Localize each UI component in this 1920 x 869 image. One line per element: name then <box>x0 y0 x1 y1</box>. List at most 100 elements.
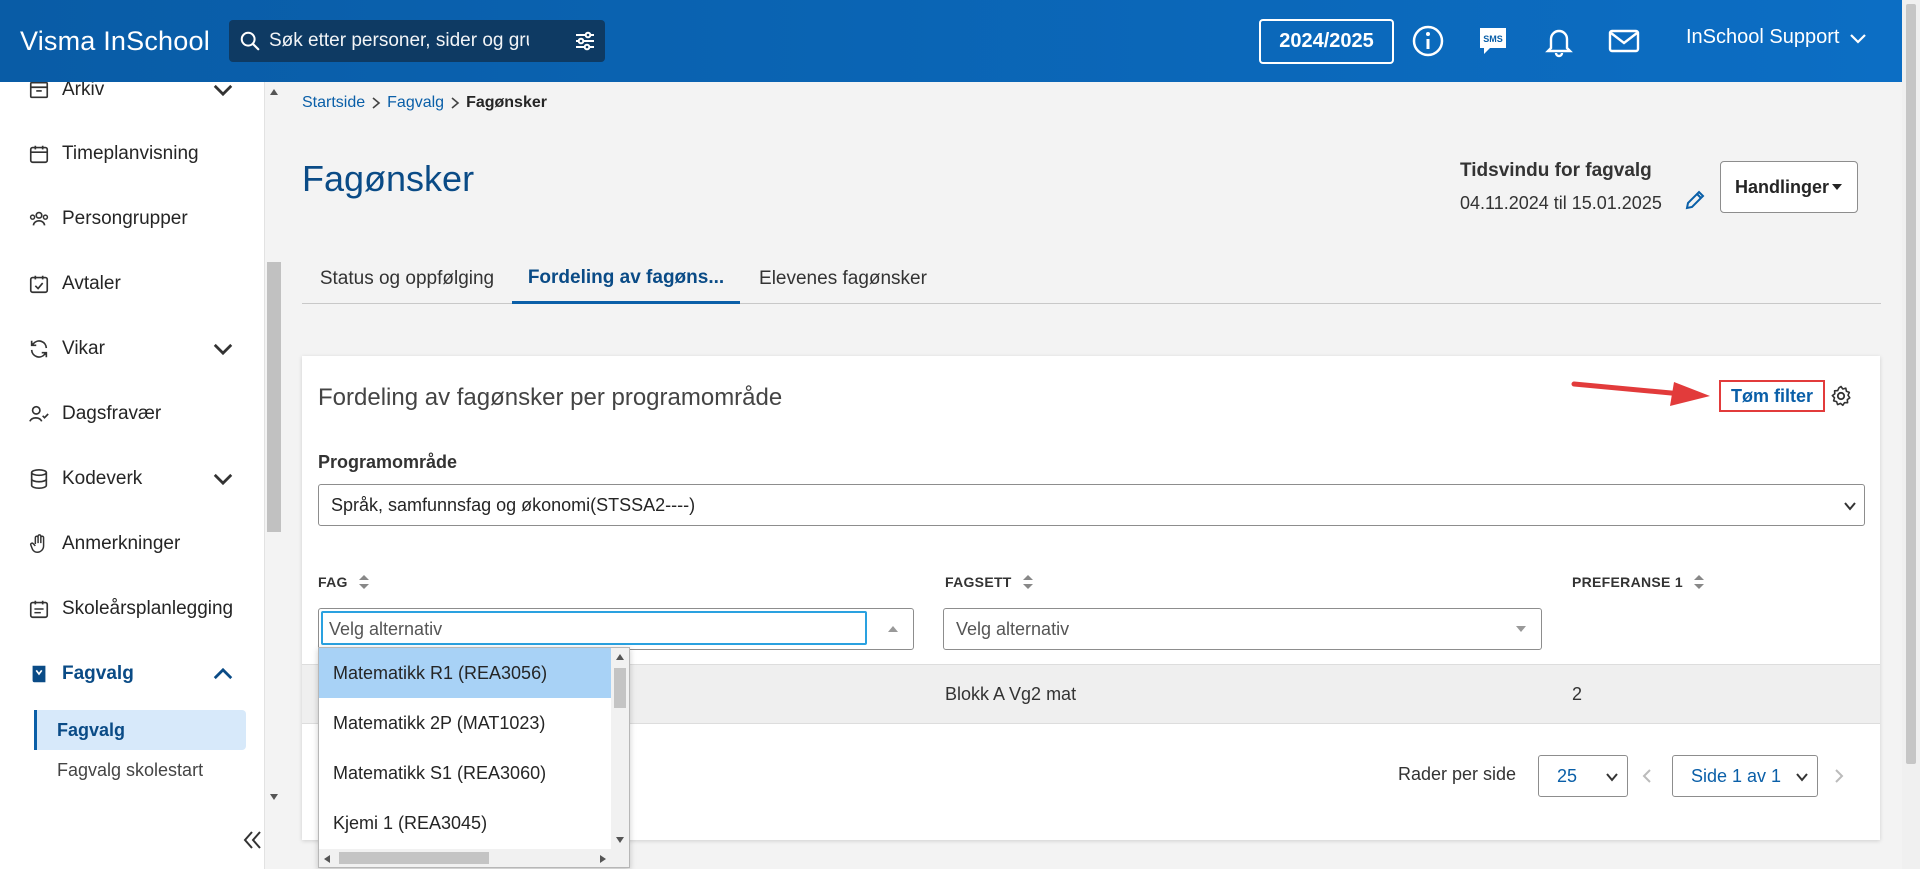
school-year-button[interactable]: 2024/2025 <box>1259 19 1394 64</box>
tab-bar: Status og oppfølging Fordeling av fagøns… <box>302 254 1881 304</box>
sidebar-item-arkiv[interactable]: Arkiv <box>28 82 248 110</box>
chevron-down-icon <box>213 473 233 486</box>
fagsett-filter-combobox[interactable]: Velg alternativ <box>943 608 1542 650</box>
scroll-left-icon[interactable] <box>323 854 331 864</box>
program-area-value: Språk, samfunnsfag og økonomi(STSSA2----… <box>331 494 696 515</box>
page-scrollbar[interactable] <box>1902 0 1920 869</box>
fag-filter-combobox[interactable]: Velg alternativ <box>318 608 914 650</box>
fag-option[interactable]: Matematikk 2P (MAT1023) <box>319 698 611 748</box>
breadcrumb: Startside Fagvalg Fagønsker <box>302 94 547 112</box>
sidebar-item-vikar[interactable]: Vikar <box>28 329 248 369</box>
scroll-up-icon[interactable] <box>269 88 279 96</box>
chevron-down-icon <box>1796 773 1808 782</box>
column-header-label: FAGSETT <box>945 574 1012 590</box>
column-header-fag[interactable]: FAG <box>318 574 370 590</box>
rows-per-page-select[interactable]: 25 <box>1538 755 1628 797</box>
program-area-select[interactable]: Språk, samfunnsfag og økonomi(STSSA2----… <box>318 484 1865 526</box>
calendar-check-icon <box>29 275 49 294</box>
dropdown-horizontal-scrollbar[interactable] <box>319 849 629 867</box>
mail-icon[interactable] <box>1607 24 1641 58</box>
sidebar-item-label: Arkiv <box>62 82 105 100</box>
sidebar-scrollbar-thumb[interactable] <box>267 262 281 532</box>
sidebar-item-label: Persongrupper <box>62 208 188 229</box>
sidebar: Arkiv Timeplanvisning Persongrupper Avta… <box>0 82 265 869</box>
page-value: Side 1 av 1 <box>1691 765 1782 786</box>
sidebar-item-skolearsplanlegging[interactable]: Skoleårsplanlegging <box>28 589 248 629</box>
cell-preferanse-1: 2 <box>1572 684 1583 704</box>
fag-option[interactable]: Kjemi 1 (REA3045) <box>319 798 611 848</box>
program-area-label: Programområde <box>318 452 458 472</box>
sidebar-subitem-fagvalg-skolestart[interactable]: Fagvalg skolestart <box>34 750 246 790</box>
column-header-preferanse-1[interactable]: PREFERANSE 1 <box>1572 574 1705 590</box>
sidebar-subitem-fagvalg[interactable]: Fagvalg <box>34 710 246 750</box>
scroll-up-icon[interactable] <box>615 653 625 661</box>
collapse-sidebar-icon[interactable] <box>238 826 268 854</box>
page-scrollbar-thumb[interactable] <box>1906 4 1916 764</box>
bell-icon[interactable] <box>1542 24 1576 58</box>
pencil-icon[interactable] <box>1683 188 1707 212</box>
column-header-fagsett[interactable]: FAGSETT <box>945 574 1034 590</box>
info-icon[interactable] <box>1411 24 1445 58</box>
annotation-arrow <box>1571 381 1710 406</box>
sidebar-item-label: Kodeverk <box>62 468 143 489</box>
sms-icon[interactable]: SMS <box>1476 24 1510 58</box>
archive-icon <box>29 82 49 99</box>
card-title: Fordeling av fagønsker per programområde <box>318 384 783 411</box>
sidebar-item-fagvalg[interactable]: Fagvalg <box>28 654 248 694</box>
tab-status-og-oppfolging[interactable]: Status og oppfølging <box>302 254 512 304</box>
svg-text:SMS: SMS <box>1483 34 1503 44</box>
scroll-down-icon[interactable] <box>269 793 279 801</box>
sidebar-item-anmerkninger[interactable]: Anmerkninger <box>28 524 248 564</box>
sidebar-item-label: Timeplanvisning <box>62 143 199 164</box>
tab-fordeling-av-fagonsker[interactable]: Fordeling av fagøns... <box>512 254 740 304</box>
dropdown-vertical-scrollbar[interactable] <box>611 648 629 850</box>
calendar-icon <box>29 145 49 164</box>
gear-icon[interactable] <box>1829 384 1853 408</box>
tab-elevenes-fagonsker[interactable]: Elevenes fagønsker <box>740 254 946 304</box>
chevron-right-icon <box>372 97 381 109</box>
caret-up-icon[interactable] <box>887 623 899 635</box>
sidebar-item-timeplanvisning[interactable]: Timeplanvisning <box>28 134 248 174</box>
search-input[interactable] <box>269 30 529 52</box>
book-icon <box>32 665 46 683</box>
user-menu[interactable]: InSchool Support <box>1686 26 1867 49</box>
fag-option[interactable]: Matematikk S1 (REA3060) <box>319 748 611 798</box>
dropdown-scrollbar-thumb[interactable] <box>614 668 626 708</box>
page-select[interactable]: Side 1 av 1 <box>1672 755 1818 797</box>
scroll-right-icon[interactable] <box>599 854 607 864</box>
sidebar-item-persongrupper[interactable]: Persongrupper <box>28 199 248 239</box>
sort-icon <box>1693 575 1704 589</box>
sidebar-item-avtaler[interactable]: Avtaler <box>28 264 248 304</box>
fag-options-dropdown: Matematikk R1 (REA3056) Matematikk 2P (M… <box>318 647 630 868</box>
scroll-down-icon[interactable] <box>615 836 625 844</box>
sidebar-scrollbar[interactable] <box>265 82 283 807</box>
sidebar-item-kodeverk[interactable]: Kodeverk <box>28 459 248 499</box>
chevron-up-icon <box>213 667 233 680</box>
user-name: InSchool Support <box>1686 26 1840 48</box>
hand-icon <box>30 534 45 553</box>
sidebar-item-label: Vikar <box>62 338 105 359</box>
next-page-icon[interactable] <box>1832 768 1846 784</box>
column-header-label: FAG <box>318 574 348 590</box>
sidebar-item-label: Anmerkninger <box>62 533 181 554</box>
calendar-list-icon <box>29 600 49 619</box>
app-brand[interactable]: Visma InSchool <box>20 26 230 57</box>
search-icon <box>240 31 260 51</box>
rows-per-page-label: Rader per side <box>1398 764 1517 784</box>
fag-option[interactable]: Matematikk R1 (REA3056) <box>319 648 611 698</box>
chevron-down-icon <box>1606 773 1618 782</box>
breadcrumb-fagvalg[interactable]: Fagvalg <box>387 94 444 112</box>
search-filter-icon[interactable] <box>573 29 597 53</box>
actions-button[interactable]: Handlinger <box>1720 161 1858 213</box>
chevron-down-icon <box>1844 502 1856 511</box>
chevron-down-icon <box>1850 33 1867 44</box>
sidebar-item-dagsfravaer[interactable]: Dagsfravær <box>28 394 248 434</box>
search-box[interactable] <box>229 20 605 62</box>
dropdown-hscrollbar-thumb[interactable] <box>339 852 489 864</box>
chevron-down-icon <box>213 84 233 97</box>
breadcrumb-startside[interactable]: Startside <box>302 94 365 112</box>
clear-filter-button[interactable]: Tøm filter <box>1719 380 1825 412</box>
sidebar-item-label: Skoleårsplanlegging <box>62 598 234 619</box>
previous-page-icon[interactable] <box>1640 768 1654 784</box>
cell-fagsett: Blokk A Vg2 mat <box>945 684 1077 704</box>
